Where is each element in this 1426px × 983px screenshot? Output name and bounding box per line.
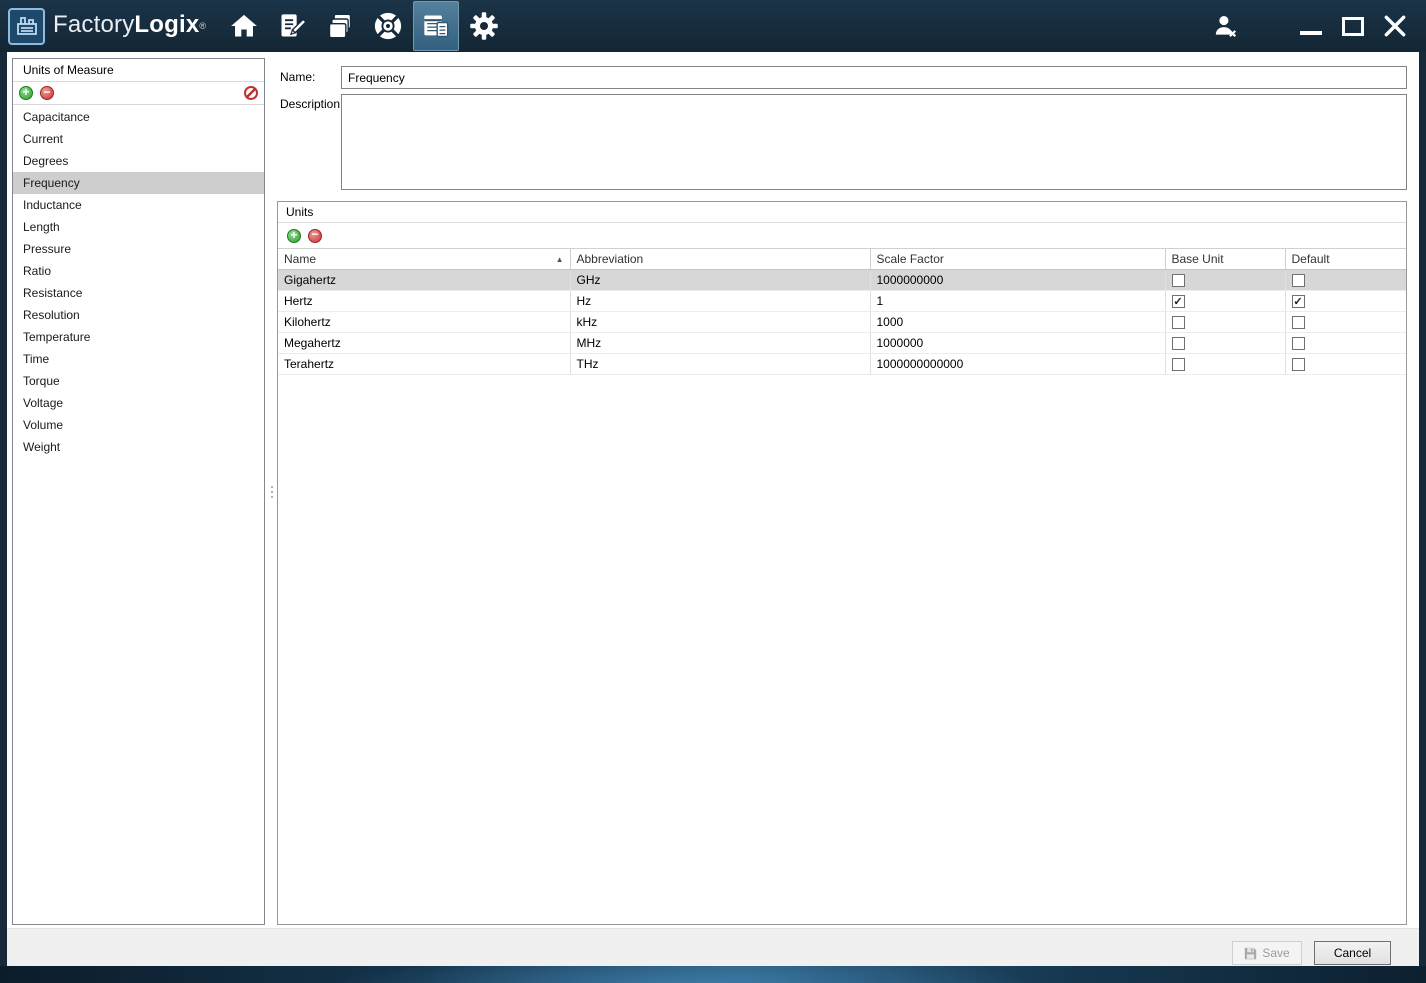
units-of-measure-list: Capacitance Current Degrees Frequency Induct… [13,106,264,924]
footer-strip [7,928,1419,966]
unit-row-gigahertz[interactable]: Gigahertz GHz 1000000000 [278,269,1406,291]
unit-row-kilohertz[interactable]: Kilohertz kHz 1000 [278,311,1406,333]
column-header-base-unit[interactable]: Base Unit [1165,248,1286,270]
sidebar-item-degrees[interactable]: Degrees [13,150,264,172]
sidebar-item-temperature[interactable]: Temperature [13,326,264,348]
column-header-scale-factor[interactable]: Scale Factor [870,248,1166,270]
panel-title: Units of Measure [13,59,264,82]
unit-scale-factor-cell[interactable]: 1000000000000 [870,353,1166,375]
units-table-body: GigahertzGHz1000000000HertzHz1Kilohertzk… [278,269,1406,375]
unit-name-cell[interactable]: Gigahertz [278,269,571,291]
unit-row-hertz[interactable]: Hertz Hz 1 [278,290,1406,312]
units-table: NameAbbreviationScale FactorBase UnitDef… [278,248,1406,375]
unit-row-terahertz[interactable]: Terahertz THz 1000000000000 [278,353,1406,375]
units-groupbox: Units NameAbbreviationScale FactorBase U… [277,201,1407,925]
factorylogix-logo-icon [8,7,45,45]
sidebar-item-inductance[interactable]: Inductance [13,194,264,216]
unit-abbreviation-cell[interactable]: Hz [570,290,871,312]
unit-abbreviation-cell[interactable]: GHz [570,269,871,291]
unit-abbreviation-cell[interactable]: MHz [570,332,871,354]
cancel-button[interactable]: Cancel [1314,941,1391,965]
name-input[interactable] [341,66,1407,89]
sidebar-item-voltage[interactable]: Voltage [13,392,264,414]
detail-panel: Name: Description: Units NameAbbreviatio… [277,58,1408,965]
unit-abbreviation-cell[interactable]: kHz [570,311,871,333]
add-unit-button[interactable] [287,228,301,243]
name-label: Name: [280,70,316,84]
base-unit-checkbox[interactable] [1171,274,1185,288]
sidebar-item-current[interactable]: Current [13,128,264,150]
sidebar-item-time[interactable]: Time [13,348,264,370]
sidebar-item-length[interactable]: Length [13,216,264,238]
title-bar: FactoryLogix® [0,0,1426,52]
unit-scale-factor-cell[interactable]: 1000000 [870,332,1166,354]
column-header-name[interactable]: Name [278,248,571,270]
units-header-row: NameAbbreviationScale FactorBase UnitDef… [278,248,1406,270]
sidebar-item-resolution[interactable]: Resolution [13,304,264,326]
column-header-default[interactable]: Default [1285,248,1406,270]
settings-gear-icon[interactable] [461,2,507,50]
maximize-button[interactable] [1332,4,1374,48]
unit-abbreviation-cell[interactable]: THz [570,353,871,375]
unit-scale-factor-cell[interactable]: 1000000000 [870,269,1166,291]
sidebar-item-frequency[interactable]: Frequency [13,172,264,194]
sidebar-item-ratio[interactable]: Ratio [13,260,264,282]
default-checkbox[interactable] [1291,316,1305,330]
base-unit-checkbox[interactable] [1171,358,1185,372]
add-unit-of-measure-button[interactable] [19,86,33,100]
units-of-measure-panel: Units of Measure CapacitanceCurrentDegre… [12,58,265,925]
unit-name-cell[interactable]: Megahertz [278,332,571,354]
home-icon[interactable] [221,2,267,50]
logoff-user-icon[interactable] [1204,4,1246,48]
save-button-label: Save [1262,946,1290,960]
sidebar-item-torque[interactable]: Torque [13,370,264,392]
cancel-circle-icon[interactable] [244,86,258,100]
sidebar-item-capacitance[interactable]: Capacitance [13,106,264,128]
unit-name-cell[interactable]: Terahertz [278,353,571,375]
base-unit-checkbox[interactable] [1171,295,1185,309]
default-checkbox[interactable] [1291,295,1305,309]
documents-stack-icon[interactable] [317,2,363,50]
base-unit-checkbox[interactable] [1171,316,1185,330]
panel-splitter[interactable] [267,58,277,925]
sidebar-item-volume[interactable]: Volume [13,414,264,436]
unit-scale-factor-cell[interactable]: 1 [870,290,1166,312]
client-area: Units of Measure CapacitanceCurrentDegre… [7,52,1419,966]
main-toolbar [220,0,508,52]
base-unit-checkbox[interactable] [1171,337,1185,351]
window-bottom-accent [0,966,1426,983]
default-checkbox[interactable] [1291,358,1305,372]
edit-document-icon[interactable] [269,2,315,50]
window-controls [1204,0,1416,52]
default-checkbox[interactable] [1291,274,1305,288]
forms-icon[interactable] [413,1,460,51]
minimize-button[interactable] [1290,4,1332,48]
remove-unit-button[interactable] [308,228,322,243]
sidebar-item-resistance[interactable]: Resistance [13,282,264,304]
unit-row-megahertz[interactable]: Megahertz MHz 1000000 [278,332,1406,354]
compass-icon[interactable] [365,2,411,50]
app-title: FactoryLogix® [53,11,207,38]
sidebar-item-pressure[interactable]: Pressure [13,238,264,260]
unit-name-cell[interactable]: Kilohertz [278,311,571,333]
unit-scale-factor-cell[interactable]: 1000 [870,311,1166,333]
cancel-button-label: Cancel [1333,946,1372,960]
default-checkbox[interactable] [1291,337,1305,351]
close-button[interactable] [1374,4,1416,48]
column-header-abbreviation[interactable]: Abbreviation [570,248,871,270]
description-input[interactable] [341,94,1407,190]
sidebar-item-weight[interactable]: Weight [13,436,264,458]
unit-name-cell[interactable]: Hertz [278,290,571,312]
sort-ascending-icon [556,255,564,264]
units-group-title: Units [278,202,1406,223]
sidebar-toolbar [13,82,264,105]
units-toolbar [278,223,1406,248]
save-button[interactable]: Save [1232,941,1302,965]
remove-unit-of-measure-button[interactable] [40,86,54,100]
description-label: Description: [280,97,344,111]
